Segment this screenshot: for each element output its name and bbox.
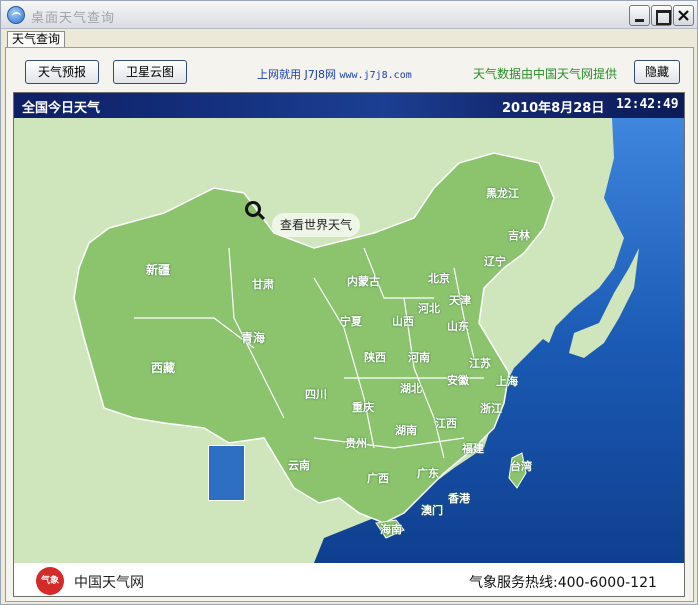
service-hotline: 气象服务热线:400-6000-121 (469, 575, 657, 591)
province-label[interactable]: 澳门 (421, 502, 443, 518)
province-label[interactable]: 海南 (380, 521, 402, 537)
province-label[interactable]: 陕西 (364, 349, 386, 365)
province-label[interactable]: 香港 (448, 490, 470, 506)
map-title: 全国今日天气 (22, 101, 101, 116)
title-bar[interactable]: 桌面天气查询 (1, 1, 697, 29)
province-label[interactable]: 西藏 (151, 359, 175, 376)
promo-link[interactable]: 上网就用 J7J8网 www.j7j8.com (257, 66, 412, 82)
province-label[interactable]: 贵州 (345, 435, 367, 451)
province-label[interactable]: 浙江 (480, 400, 502, 416)
province-label[interactable]: 广西 (367, 470, 389, 486)
cma-logo: 气象 (36, 567, 64, 595)
weather-app-icon (7, 6, 25, 24)
province-label[interactable]: 湖南 (395, 422, 417, 438)
province-label[interactable]: 河南 (408, 349, 430, 365)
promo-text: 上网就用 J7J8网 (257, 68, 336, 81)
province-label[interactable]: 甘肃 (252, 276, 274, 292)
map-time: 12:42:49 (616, 97, 679, 112)
map-date: 2010年8月28日 (502, 101, 605, 116)
province-label[interactable]: 广东 (417, 465, 439, 481)
province-label[interactable]: 四川 (305, 386, 327, 402)
province-label[interactable]: 福建 (462, 440, 484, 456)
province-label[interactable]: 吉林 (508, 227, 530, 243)
province-label[interactable]: 湖北 (400, 380, 422, 396)
province-label[interactable]: 云南 (288, 457, 310, 473)
maximize-button[interactable] (651, 5, 672, 26)
map-header: 全国今日天气 2010年8月28日 12:42:49 (14, 93, 684, 118)
province-label[interactable]: 北京 (428, 270, 450, 286)
weather-map: 全国今日天气 2010年8月28日 12:42:49 查看世界天气 黑龙江 吉林… (13, 92, 685, 597)
promo-site: www.j7j8.com (339, 70, 412, 81)
map-footer: 气象 中国天气网 气象服务热线:400-6000-121 (14, 563, 684, 596)
hide-button[interactable]: 隐藏 (634, 60, 680, 84)
province-label[interactable]: 新疆 (146, 261, 170, 278)
world-weather-link[interactable]: 查看世界天气 (272, 213, 361, 237)
close-icon (678, 10, 689, 21)
province-label[interactable]: 天津 (449, 292, 471, 308)
province-label[interactable]: 台湾 (510, 458, 532, 474)
magnifier-icon[interactable] (245, 201, 261, 217)
south-china-sea-inset (208, 445, 245, 501)
minimize-button[interactable] (629, 5, 650, 26)
forecast-button[interactable]: 天气预报 (25, 60, 99, 84)
app-window: 桌面天气查询 天气查询 天气预报 卫星云图 上网就用 J7J8网 www.j7j… (0, 0, 698, 605)
province-label[interactable]: 黑龙江 (486, 185, 519, 201)
china-map (73, 118, 684, 563)
province-label[interactable]: 安徽 (447, 372, 469, 388)
tab-weather-query[interactable]: 天气查询 (7, 31, 65, 47)
province-label[interactable]: 河北 (418, 300, 440, 316)
province-label[interactable]: 上海 (496, 373, 518, 389)
province-label[interactable]: 宁夏 (340, 313, 362, 329)
province-label[interactable]: 重庆 (352, 399, 374, 415)
satellite-cloud-button[interactable]: 卫星云图 (113, 60, 187, 84)
province-label[interactable]: 内蒙古 (347, 273, 380, 289)
footer-site-name[interactable]: 中国天气网 (74, 572, 144, 592)
close-button[interactable] (673, 5, 694, 26)
province-label[interactable]: 青海 (241, 329, 265, 346)
provider-link[interactable]: 天气数据由中国天气网提供 (473, 65, 617, 82)
province-label[interactable]: 山西 (392, 313, 414, 329)
province-label[interactable]: 山东 (447, 318, 469, 334)
province-label[interactable]: 江西 (435, 415, 457, 431)
window-title: 桌面天气查询 (31, 11, 116, 26)
province-label[interactable]: 辽宁 (484, 253, 506, 269)
province-label[interactable]: 江苏 (469, 355, 491, 371)
